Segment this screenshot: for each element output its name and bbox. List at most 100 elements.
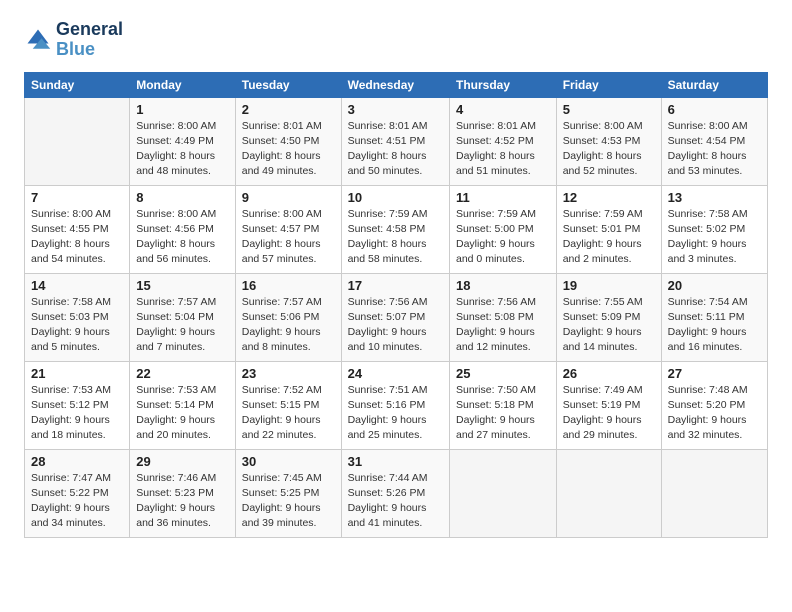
calendar-day-cell: 28 Sunrise: 7:47 AMSunset: 5:22 PMDayligh…	[25, 449, 130, 537]
weekday-header: Thursday	[450, 72, 557, 97]
weekday-header: Saturday	[661, 72, 767, 97]
day-number: 30	[242, 454, 335, 469]
calendar-day-cell	[556, 449, 661, 537]
day-info: Sunrise: 8:00 AMSunset: 4:53 PMDaylight:…	[563, 119, 655, 180]
day-info: Sunrise: 7:59 AMSunset: 5:01 PMDaylight:…	[563, 207, 655, 268]
day-info: Sunrise: 8:00 AMSunset: 4:54 PMDaylight:…	[668, 119, 761, 180]
day-number: 29	[136, 454, 229, 469]
day-info: Sunrise: 8:01 AMSunset: 4:50 PMDaylight:…	[242, 119, 335, 180]
day-number: 10	[348, 190, 443, 205]
day-info: Sunrise: 8:00 AMSunset: 4:49 PMDaylight:…	[136, 119, 229, 180]
calendar-day-cell: 12 Sunrise: 7:59 AMSunset: 5:01 PMDayligh…	[556, 185, 661, 273]
day-info: Sunrise: 7:56 AMSunset: 5:08 PMDaylight:…	[456, 295, 550, 356]
weekday-header: Friday	[556, 72, 661, 97]
day-info: Sunrise: 8:01 AMSunset: 4:52 PMDaylight:…	[456, 119, 550, 180]
day-number: 1	[136, 102, 229, 117]
calendar-day-cell: 26 Sunrise: 7:49 AMSunset: 5:19 PMDayligh…	[556, 361, 661, 449]
calendar-day-cell: 21Sunrise: 7:53 AMSunset: 5:12 PMDayligh…	[25, 361, 130, 449]
calendar-day-cell: 7Sunrise: 8:00 AMSunset: 4:55 PMDaylight…	[25, 185, 130, 273]
day-info: Sunrise: 7:49 AMSunset: 5:19 PMDaylight:…	[563, 383, 655, 444]
day-number: 28	[31, 454, 123, 469]
day-info: Sunrise: 7:48 AMSunset: 5:20 PMDaylight:…	[668, 383, 761, 444]
weekday-header: Wednesday	[341, 72, 449, 97]
calendar-day-cell: 31Sunrise: 7:44 AMSunset: 5:26 PMDayligh…	[341, 449, 449, 537]
day-number: 13	[668, 190, 761, 205]
calendar-day-cell: 19 Sunrise: 7:55 AMSunset: 5:09 PMDayligh…	[556, 273, 661, 361]
day-info: Sunrise: 8:01 AMSunset: 4:51 PMDaylight:…	[348, 119, 443, 180]
calendar-day-cell: 10Sunrise: 7:59 AMSunset: 4:58 PMDayligh…	[341, 185, 449, 273]
day-info: Sunrise: 7:45 AMSunset: 5:25 PMDaylight:…	[242, 471, 335, 532]
calendar-day-cell: 15 Sunrise: 7:57 AMSunset: 5:04 PMDayligh…	[130, 273, 236, 361]
day-number: 26	[563, 366, 655, 381]
day-info: Sunrise: 7:47 AMSunset: 5:22 PMDaylight:…	[31, 471, 123, 532]
day-info: Sunrise: 7:53 AMSunset: 5:14 PMDaylight:…	[136, 383, 229, 444]
calendar-day-cell	[661, 449, 767, 537]
page-header: General Blue	[24, 20, 768, 60]
calendar-table: SundayMondayTuesdayWednesdayThursdayFrid…	[24, 72, 768, 538]
calendar-day-cell: 29 Sunrise: 7:46 AMSunset: 5:23 PMDayligh…	[130, 449, 236, 537]
calendar-day-cell: 6 Sunrise: 8:00 AMSunset: 4:54 PMDaylight…	[661, 97, 767, 185]
day-info: Sunrise: 7:57 AMSunset: 5:04 PMDaylight:…	[136, 295, 229, 356]
calendar-day-cell: 1 Sunrise: 8:00 AMSunset: 4:49 PMDaylight…	[130, 97, 236, 185]
calendar-day-cell: 25Sunrise: 7:50 AMSunset: 5:18 PMDayligh…	[450, 361, 557, 449]
day-number: 31	[348, 454, 443, 469]
day-info: Sunrise: 7:58 AMSunset: 5:03 PMDaylight:…	[31, 295, 123, 356]
day-info: Sunrise: 7:56 AMSunset: 5:07 PMDaylight:…	[348, 295, 443, 356]
day-number: 20	[668, 278, 761, 293]
day-number: 15	[136, 278, 229, 293]
calendar-day-cell: 23 Sunrise: 7:52 AMSunset: 5:15 PMDayligh…	[235, 361, 341, 449]
day-number: 12	[563, 190, 655, 205]
day-number: 24	[348, 366, 443, 381]
day-info: Sunrise: 7:55 AMSunset: 5:09 PMDaylight:…	[563, 295, 655, 356]
calendar-week-row: 21Sunrise: 7:53 AMSunset: 5:12 PMDayligh…	[25, 361, 768, 449]
calendar-day-cell: 3 Sunrise: 8:01 AMSunset: 4:51 PMDaylight…	[341, 97, 449, 185]
day-number: 3	[348, 102, 443, 117]
day-number: 6	[668, 102, 761, 117]
calendar-week-row: 14Sunrise: 7:58 AMSunset: 5:03 PMDayligh…	[25, 273, 768, 361]
day-info: Sunrise: 7:57 AMSunset: 5:06 PMDaylight:…	[242, 295, 335, 356]
calendar-day-cell: 20 Sunrise: 7:54 AMSunset: 5:11 PMDayligh…	[661, 273, 767, 361]
day-number: 11	[456, 190, 550, 205]
day-info: Sunrise: 7:59 AMSunset: 5:00 PMDaylight:…	[456, 207, 550, 268]
calendar-day-cell: 13 Sunrise: 7:58 AMSunset: 5:02 PMDayligh…	[661, 185, 767, 273]
calendar-day-cell: 14Sunrise: 7:58 AMSunset: 5:03 PMDayligh…	[25, 273, 130, 361]
calendar-week-row: 7Sunrise: 8:00 AMSunset: 4:55 PMDaylight…	[25, 185, 768, 273]
logo-icon	[24, 26, 52, 54]
logo: General Blue	[24, 20, 123, 60]
calendar-day-cell: 11 Sunrise: 7:59 AMSunset: 5:00 PMDayligh…	[450, 185, 557, 273]
day-number: 22	[136, 366, 229, 381]
calendar-day-cell: 5Sunrise: 8:00 AMSunset: 4:53 PMDaylight…	[556, 97, 661, 185]
day-number: 18	[456, 278, 550, 293]
day-info: Sunrise: 7:54 AMSunset: 5:11 PMDaylight:…	[668, 295, 761, 356]
calendar-week-row: 1 Sunrise: 8:00 AMSunset: 4:49 PMDaylight…	[25, 97, 768, 185]
calendar-day-cell: 16 Sunrise: 7:57 AMSunset: 5:06 PMDayligh…	[235, 273, 341, 361]
calendar-day-cell	[25, 97, 130, 185]
day-info: Sunrise: 7:52 AMSunset: 5:15 PMDaylight:…	[242, 383, 335, 444]
calendar-day-cell	[450, 449, 557, 537]
day-info: Sunrise: 8:00 AMSunset: 4:57 PMDaylight:…	[242, 207, 335, 268]
calendar-day-cell: 2 Sunrise: 8:01 AMSunset: 4:50 PMDaylight…	[235, 97, 341, 185]
day-info: Sunrise: 7:46 AMSunset: 5:23 PMDaylight:…	[136, 471, 229, 532]
day-number: 27	[668, 366, 761, 381]
day-number: 19	[563, 278, 655, 293]
calendar-day-cell: 9 Sunrise: 8:00 AMSunset: 4:57 PMDaylight…	[235, 185, 341, 273]
day-number: 16	[242, 278, 335, 293]
day-info: Sunrise: 7:53 AMSunset: 5:12 PMDaylight:…	[31, 383, 123, 444]
day-number: 2	[242, 102, 335, 117]
day-number: 23	[242, 366, 335, 381]
day-info: Sunrise: 7:51 AMSunset: 5:16 PMDaylight:…	[348, 383, 443, 444]
day-number: 8	[136, 190, 229, 205]
logo-text: General Blue	[56, 20, 123, 60]
calendar-day-cell: 4Sunrise: 8:01 AMSunset: 4:52 PMDaylight…	[450, 97, 557, 185]
day-number: 7	[31, 190, 123, 205]
day-info: Sunrise: 7:58 AMSunset: 5:02 PMDaylight:…	[668, 207, 761, 268]
day-number: 9	[242, 190, 335, 205]
calendar-day-cell: 17Sunrise: 7:56 AMSunset: 5:07 PMDayligh…	[341, 273, 449, 361]
calendar-week-row: 28 Sunrise: 7:47 AMSunset: 5:22 PMDayligh…	[25, 449, 768, 537]
calendar-day-cell: 24 Sunrise: 7:51 AMSunset: 5:16 PMDayligh…	[341, 361, 449, 449]
day-info: Sunrise: 8:00 AMSunset: 4:56 PMDaylight:…	[136, 207, 229, 268]
day-number: 25	[456, 366, 550, 381]
weekday-header: Tuesday	[235, 72, 341, 97]
weekday-header: Monday	[130, 72, 236, 97]
weekday-header: Sunday	[25, 72, 130, 97]
